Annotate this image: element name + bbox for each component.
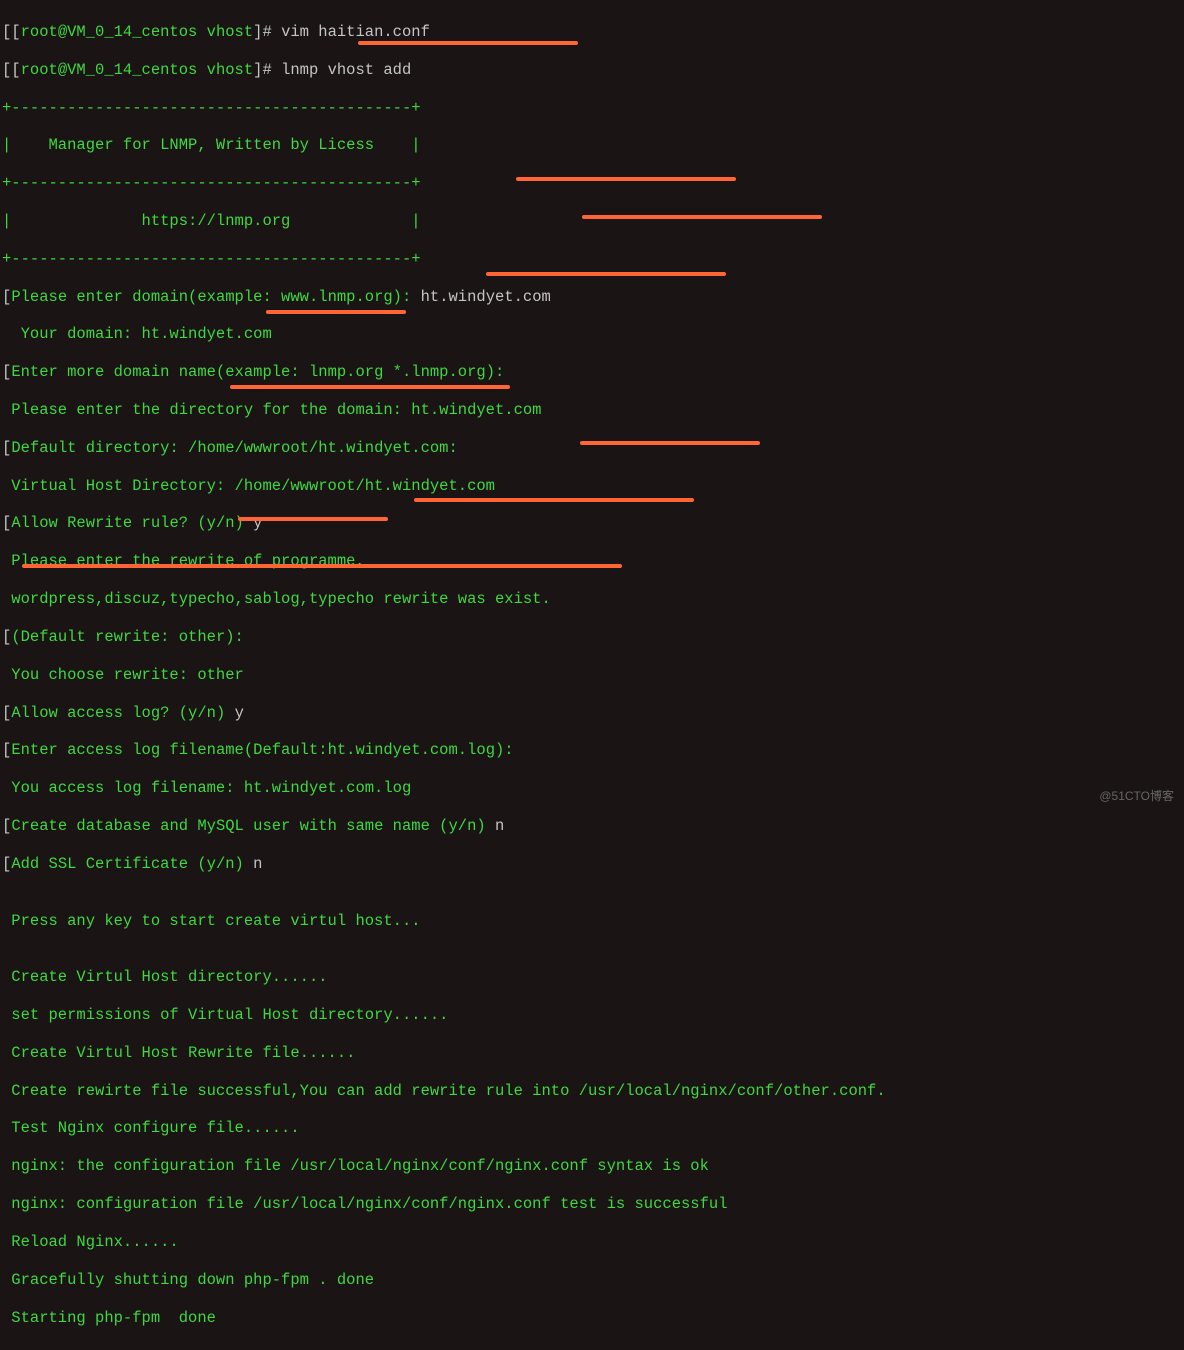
php-fpm-start: Starting php-fpm done [2,1309,1182,1328]
log-filename-prompt: [Enter access log filename(Default:ht.wi… [2,741,1182,760]
vhost-dir-echo: Virtual Host Directory: /home/wwwroot/ht… [2,477,1182,496]
terminal-output[interactable]: [[root@VM_0_14_centos vhost]# vim haitia… [0,0,1184,1350]
permissions-msg: set permissions of Virtual Host director… [2,1006,1182,1025]
annotation-underline [22,564,622,568]
nginx-syntax-ok: nginx: the configuration file /usr/local… [2,1157,1182,1176]
rewrite-default-prompt: [(Default rewrite: other): [2,628,1182,647]
rewrite-info-2: wordpress,discuz,typecho,sablog,typecho … [2,590,1182,609]
rewrite-info-1: Please enter the rewrite of programme, [2,552,1182,571]
prompt-line-1: [[root@VM_0_14_centos vhost]# vim haitia… [2,23,1182,42]
test-nginx-msg: Test Nginx configure file...... [2,1119,1182,1138]
domain-prompt: [Please enter domain(example: www.lnmp.o… [2,288,1182,307]
annotation-underline [486,272,726,276]
database-prompt: [Create database and MySQL user with sam… [2,817,1182,836]
more-domain-prompt: [Enter more domain name(example: lnmp.or… [2,363,1182,382]
annotation-underline [580,441,760,445]
annotation-underline [582,215,822,219]
ssl-prompt: [Add SSL Certificate (y/n) n [2,855,1182,874]
annotation-underline [516,177,736,181]
rewrite-prompt: [Allow Rewrite rule? (y/n) y [2,514,1182,533]
access-log-prompt: [Allow access log? (y/n) y [2,704,1182,723]
rewrite-file-msg: Create Virtul Host Rewrite file...... [2,1044,1182,1063]
press-key-prompt: Press any key to start create virtul hos… [2,912,1182,931]
rewrite-choice-echo: You choose rewrite: other [2,666,1182,685]
annotation-underline [414,498,694,502]
log-filename-echo: You access log filename: ht.windyet.com.… [2,779,1182,798]
border-line: +---------------------------------------… [2,99,1182,118]
rewrite-success-msg: Create rewirte file successful,You can a… [2,1082,1182,1101]
annotation-underline [238,517,388,521]
border-line: +---------------------------------------… [2,250,1182,269]
prompt-line-2: [[root@VM_0_14_centos vhost]# lnmp vhost… [2,61,1182,80]
nginx-test-ok: nginx: configuration file /usr/local/ngi… [2,1195,1182,1214]
reload-nginx-msg: Reload Nginx...... [2,1233,1182,1252]
watermark: @51CTO博客 [1099,789,1174,804]
annotation-underline [266,310,406,314]
directory-prompt: Please enter the directory for the domai… [2,401,1182,420]
create-dir-msg: Create Virtul Host directory...... [2,968,1182,987]
php-fpm-shutdown: Gracefully shutting down php-fpm . done [2,1271,1182,1290]
banner-line: | Manager for LNMP, Written by Licess | [2,136,1182,155]
domain-echo: Your domain: ht.windyet.com [2,325,1182,344]
annotation-underline [230,385,510,389]
annotation-underline [358,41,578,45]
